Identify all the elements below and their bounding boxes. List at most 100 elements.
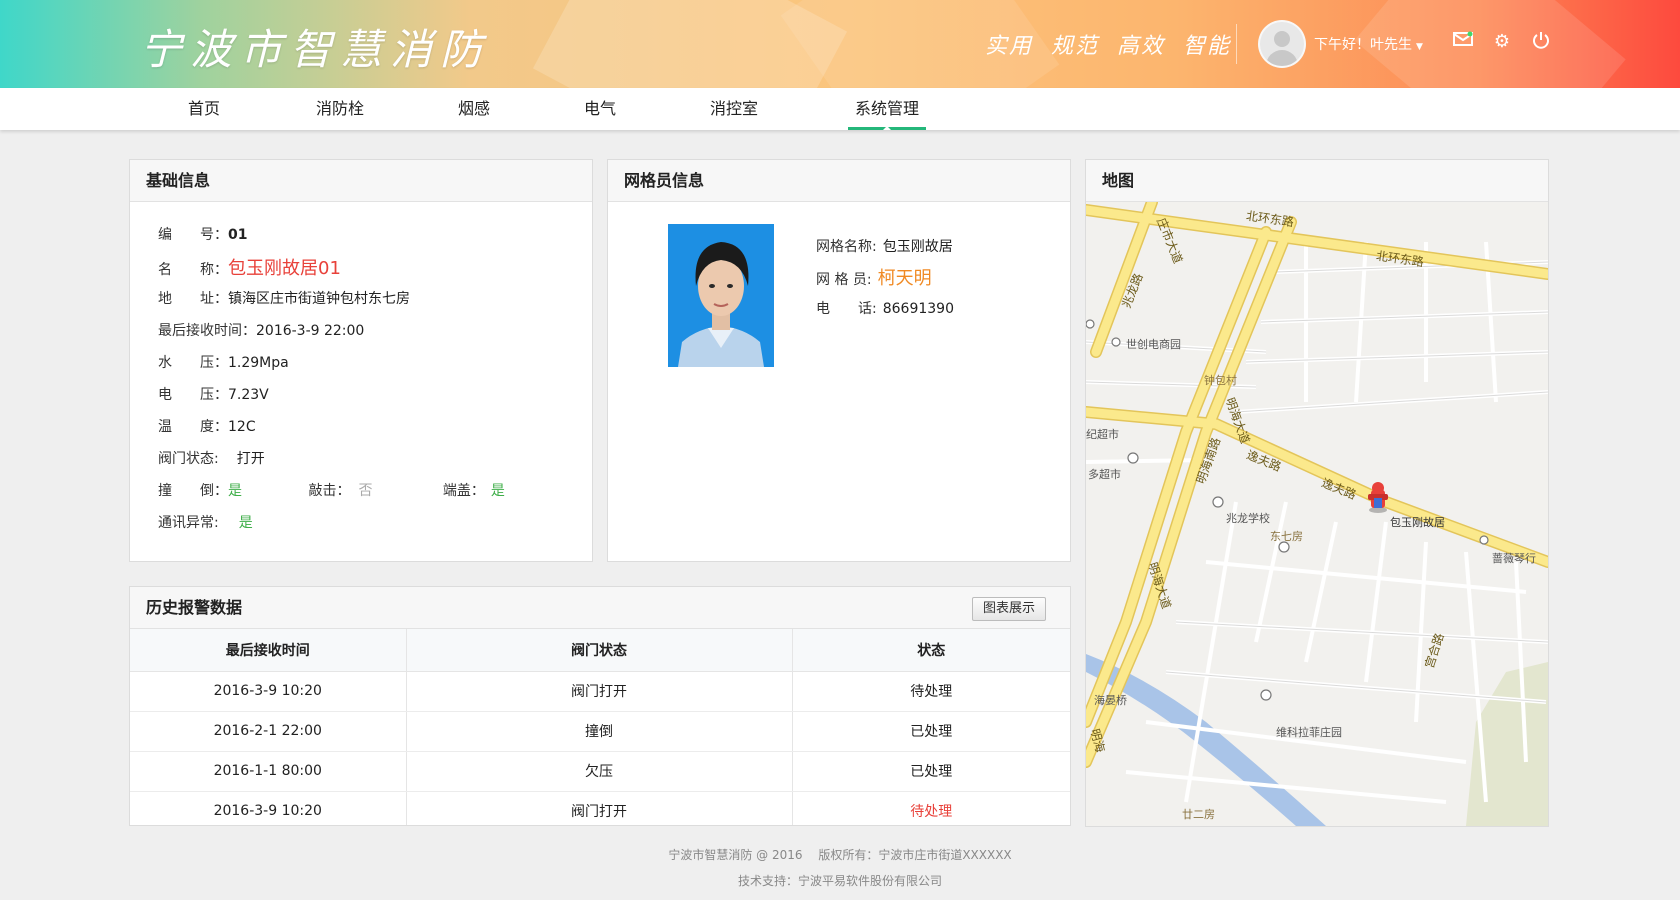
info-value: 2016-3-9 22:00 <box>256 323 365 339</box>
nav-item-system[interactable]: 系统管理 <box>848 88 926 130</box>
info-value: 是 <box>490 483 505 499</box>
poi-label: 兆龙学校 <box>1226 512 1270 525</box>
slogan-item: 智能 <box>1183 34 1232 59</box>
nav-item-control-room[interactable]: 消控室 <box>702 88 766 130</box>
column-header[interactable]: 最后接收时间 <box>130 629 407 672</box>
main-nav: 首页 消防栓 烟感 电气 消控室 系统管理 <box>0 88 1680 130</box>
info-label: 水 压： <box>158 355 228 371</box>
info-temperature: 温 度：12C <box>158 416 256 436</box>
table-row[interactable]: 2016-1-1 80:00 欠压 已处理 <box>130 751 1070 792</box>
panel-title: 历史报警数据 <box>130 587 1070 629</box>
table-header-row: 最后接收时间 阀门状态 状态 <box>130 629 1070 672</box>
poi-label: 钟包村 <box>1204 374 1237 387</box>
slogan: 实用 规范 高效 智能 <box>985 28 1231 60</box>
info-water-pressure: 水 压：1.29Mpa <box>158 352 289 372</box>
hydrant-marker[interactable] <box>1368 482 1388 513</box>
column-header[interactable]: 状态 <box>792 629 1070 672</box>
footer-copyright: 宁波市智慧消防 @ 2016 版权所有：宁波市庄市街道XXXXXX <box>668 848 1012 862</box>
grid-info-panel: 网格员信息 网格名称: 包玉刚故居 网 格 员: 柯天明 电 话: 86691390 <box>607 159 1071 562</box>
info-value: 柯天明 <box>877 268 932 289</box>
info-label: 端盖： <box>442 483 485 499</box>
panel-title: 基础信息 <box>130 160 592 202</box>
info-voltage: 电 压：7.23V <box>158 384 269 404</box>
info-label: 最后接收时间： <box>158 323 256 339</box>
cell-time: 2016-3-9 10:20 <box>130 671 407 712</box>
info-value: 包玉刚故居 <box>882 239 953 255</box>
app-logo[interactable]: 宁波市智慧消防 <box>140 16 490 77</box>
info-value: 是 <box>238 515 253 531</box>
cell-status: 已处理 <box>792 751 1070 792</box>
mail-icon[interactable] <box>1452 31 1474 53</box>
table-row[interactable]: 2016-3-9 10:20 阀门打开 待处理 <box>130 671 1070 712</box>
map-panel: 地图 北环东路 北环东路 庄市大道 兆龙路 明海大道 明海南路 逸夫路 逸夫路 … <box>1085 159 1549 827</box>
poi-label: 东七房 <box>1270 530 1303 543</box>
table-row[interactable]: 2016-2-1 22:00 撞倒 已处理 <box>130 711 1070 752</box>
app-header: 宁波市智慧消防 实用 规范 高效 智能 下午好！叶先生 ▼ ⚙ <box>0 0 1680 88</box>
poi-label: 蔷薇琴行 <box>1492 552 1536 565</box>
info-label: 阀门状态: <box>158 451 219 467</box>
cell-valve: 撞倒 <box>406 711 793 752</box>
poi-label: 世创电商园 <box>1126 338 1181 351</box>
footer-support: 技术支持：宁波平易软件股份有限公司 <box>737 874 942 888</box>
cell-time: 2016-3-9 10:20 <box>130 791 407 825</box>
basic-info-panel: 基础信息 编 号：01 名 称：包玉刚故居01 地 址：镇海区庄市街道钟包村东七… <box>129 159 593 562</box>
cell-status: 待处理 <box>792 791 1070 825</box>
info-value: 01 <box>228 227 248 243</box>
nav-item-electric[interactable]: 电气 <box>576 88 624 130</box>
info-value: 86691390 <box>882 301 954 317</box>
panel-title: 地图 <box>1086 160 1548 202</box>
poi-label: 维科拉菲庄园 <box>1276 726 1342 739</box>
info-last-time: 最后接收时间：2016-3-9 22:00 <box>158 320 364 340</box>
info-label: 地 址： <box>158 291 228 307</box>
cell-time: 2016-2-1 22:00 <box>130 711 407 752</box>
info-label: 编 号： <box>158 227 228 243</box>
grid-name-row: 网格名称: 包玉刚故居 <box>816 236 953 256</box>
info-value: 7.23V <box>228 387 269 403</box>
avatar[interactable] <box>1258 20 1306 68</box>
nav-item-smoke[interactable]: 烟感 <box>450 88 498 130</box>
chart-view-button[interactable]: 图表展示 <box>971 597 1046 621</box>
gear-icon[interactable]: ⚙ <box>1491 31 1513 53</box>
info-label: 通讯异常: <box>158 515 219 531</box>
info-label: 电 话: <box>816 301 877 317</box>
info-label: 温 度： <box>158 419 228 435</box>
table-row[interactable]: 2016-3-9 10:20 阀门打开 待处理 <box>130 791 1070 825</box>
slogan-item: 实用 <box>985 34 1034 59</box>
history-table: 最后接收时间 阀门状态 状态 2016-3-9 10:20 阀门打开 待处理 2… <box>130 629 1070 825</box>
cell-valve: 阀门打开 <box>406 791 793 825</box>
map-canvas[interactable]: 北环东路 北环东路 庄市大道 兆龙路 明海大道 明海南路 逸夫路 逸夫路 明海大… <box>1086 202 1548 826</box>
column-header[interactable]: 阀门状态 <box>406 629 793 672</box>
user-menu[interactable]: 下午好！叶先生 ▼ <box>1314 34 1423 54</box>
info-label: 敲击： <box>308 483 351 499</box>
avatar-head <box>1274 31 1290 47</box>
slogan-item: 高效 <box>1117 34 1166 59</box>
cell-time: 2016-1-1 80:00 <box>130 751 407 792</box>
power-icon[interactable] <box>1530 31 1552 53</box>
info-label: 网 格 员: <box>816 272 872 288</box>
info-value: 镇海区庄市街道钟包村东七房 <box>228 291 410 307</box>
poi-label: 廿二房 <box>1182 808 1215 821</box>
poi-label: 包玉刚故居 <box>1390 516 1445 529</box>
poi-label: 海晏桥 <box>1094 694 1127 707</box>
cell-valve: 阀门打开 <box>406 671 793 712</box>
nav-item-home[interactable]: 首页 <box>180 88 228 130</box>
info-value: 是 <box>228 483 242 499</box>
grid-member-row: 网 格 员: 柯天明 <box>816 264 932 290</box>
info-value: 包玉刚故居01 <box>228 258 341 279</box>
info-comm: 通讯异常: 是 <box>158 512 253 532</box>
info-label: 撞 倒： <box>158 483 228 499</box>
chevron-down-icon: ▼ <box>1416 42 1423 52</box>
info-valve: 阀门状态: 打开 <box>158 448 265 468</box>
greeting-text: 下午好！叶先生 <box>1314 37 1412 53</box>
grid-phone-row: 电 话: 86691390 <box>816 298 954 318</box>
member-photo <box>668 224 774 367</box>
info-label: 网格名称: <box>816 239 877 255</box>
info-number: 编 号：01 <box>158 224 247 244</box>
history-panel: 历史报警数据 图表展示 最后接收时间 阀门状态 状态 2016-3-9 10:2… <box>129 586 1071 826</box>
info-value: 打开 <box>236 451 265 467</box>
poi-label: 多超市 <box>1088 468 1121 481</box>
avatar-body <box>1266 50 1298 66</box>
info-address: 地 址：镇海区庄市街道钟包村东七房 <box>158 288 410 308</box>
cell-status: 待处理 <box>792 671 1070 712</box>
nav-item-hydrant[interactable]: 消防栓 <box>308 88 372 130</box>
